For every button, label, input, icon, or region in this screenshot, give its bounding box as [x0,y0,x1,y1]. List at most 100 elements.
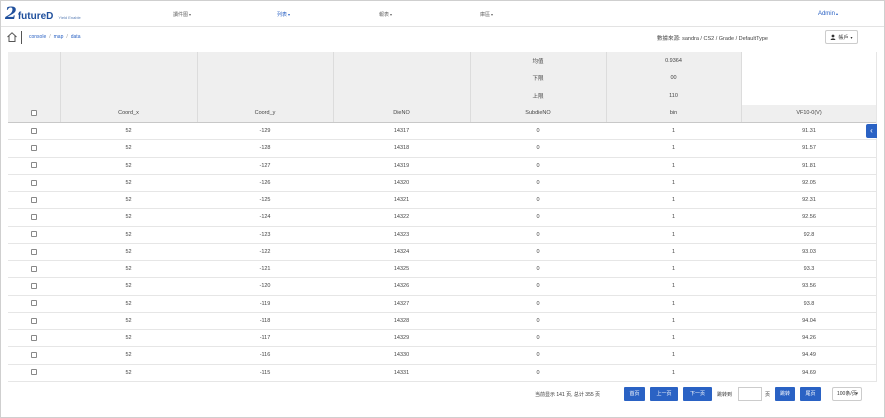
side-panel-toggle[interactable]: ‹ [866,124,877,138]
table-cell: -126 [197,174,333,193]
table-cell: 93.03 [741,243,877,262]
next-page-button[interactable]: 下一页 [683,387,712,401]
row-checkbox[interactable] [31,196,37,203]
page-size-select[interactable]: 100条/页 ▾ [832,387,862,401]
stats-row: 下限 00 [8,69,877,87]
row-checkbox[interactable] [31,300,37,307]
column-header[interactable]: Coord_x [60,104,198,123]
row-checkbox[interactable] [31,283,37,290]
row-checkbox[interactable] [31,179,37,186]
table-row[interactable]: 52 -117 14329 0 1 94.26 [8,329,877,348]
first-page-button[interactable]: 首页 [624,387,645,401]
table-cell: 0 [470,157,606,175]
row-checkbox[interactable] [31,248,37,255]
row-checkbox[interactable] [31,231,37,238]
table-cell: 1 [606,157,741,175]
divider [21,31,22,44]
table-row[interactable]: 52 -123 14323 0 1 92.8 [8,226,877,244]
table-cell: 92.56 [741,208,877,227]
nav-item-1[interactable]: 列表▾ [277,11,290,18]
table-row[interactable]: 52 -122 14324 0 1 93.03 [8,243,877,262]
table-cell: -118 [197,312,333,331]
table-row[interactable]: 52 -119 14327 0 1 93.8 [8,295,877,313]
table-cell: 52 [60,277,197,296]
table-cell: 1 [606,122,741,141]
table-row[interactable]: 52 -115 14331 0 1 94.69 [8,364,877,382]
goto-button[interactable]: 跳转 [775,387,795,401]
table-row[interactable]: 52 -128 14318 0 1 91.57 [8,139,877,158]
table-cell: 14326 [333,277,470,296]
row-select-cell [8,122,60,141]
row-select-cell [8,191,60,210]
table-cell: 14322 [333,208,470,227]
nav-item-3[interactable]: 庫區▾ [480,11,493,18]
table-cell: 92.8 [741,226,877,244]
column-header[interactable]: Coord_y [197,104,334,123]
row-checkbox[interactable] [31,214,37,221]
logo-subtitle: Yield Enable [58,15,81,20]
table-cell: -117 [197,329,333,348]
table-row[interactable]: 52 -121 14325 0 1 93.3 [8,260,877,279]
table-cell: 1 [606,329,741,348]
select-all-checkbox[interactable] [30,110,37,117]
breadcrumb-data[interactable]: data [71,34,81,40]
table-cell: 52 [60,157,197,175]
column-header[interactable]: SubdieNO [470,104,607,123]
row-checkbox[interactable] [31,334,37,341]
table-row[interactable]: 52 -120 14326 0 1 93.56 [8,277,877,296]
row-checkbox[interactable] [31,369,37,376]
chevron-left-icon: ‹ [870,126,873,135]
breadcrumb-map[interactable]: map [54,34,64,40]
last-page-button[interactable]: 尾页 [800,387,821,401]
goto-page-input[interactable] [738,387,762,401]
logo[interactable]: 2 futureD Yield Enable [5,5,81,23]
nav-item-0[interactable]: 讀件图▾ [173,11,191,18]
home-icon[interactable] [6,31,18,43]
table-cell: 0 [470,364,606,382]
row-checkbox[interactable] [31,145,37,152]
nav-item-2[interactable]: 報表▾ [379,11,392,18]
column-header[interactable]: VF10-0(V) [741,104,877,123]
column-header[interactable]: bin [606,104,742,123]
table-cell: -125 [197,191,333,210]
column-header[interactable]: DieNO [333,104,471,123]
vertical-scrollbar[interactable] [876,52,877,382]
table-cell: 14330 [333,346,470,365]
prev-page-button[interactable]: 上一页 [650,387,678,401]
row-select-cell [8,139,60,158]
table-row[interactable]: 52 -129 14317 0 1 91.31 [8,122,877,141]
table-row[interactable]: 52 -118 14328 0 1 94.04 [8,312,877,331]
table-row[interactable]: 52 -116 14330 0 1 94.49 [8,346,877,365]
stat-label: 上限 [470,87,607,105]
table-cell: 0 [470,243,606,262]
table-cell: 1 [606,260,741,279]
table-cell: 52 [60,191,197,210]
row-checkbox[interactable] [31,317,37,324]
table-cell: -128 [197,139,333,158]
table-row[interactable]: 52 -127 14319 0 1 91.81 [8,157,877,175]
breadcrumb: console / map / data [29,34,81,40]
table-cell: -123 [197,226,333,244]
table-cell: 14329 [333,329,470,348]
row-select-cell [8,157,60,175]
table-cell: 52 [60,346,197,365]
table-cell: 14324 [333,243,470,262]
table-row[interactable]: 52 -126 14320 0 1 92.05 [8,174,877,193]
table-cell: -127 [197,157,333,175]
admin-menu[interactable]: Admin▴ [818,11,838,17]
table-cell: 1 [606,277,741,296]
table-cell: 52 [60,226,197,244]
table-cell: -115 [197,364,333,382]
table-cell: 91.57 [741,139,877,158]
breadcrumb-console[interactable]: console [29,34,46,40]
table-cell: 14319 [333,157,470,175]
row-checkbox[interactable] [31,352,37,359]
table-row[interactable]: 52 -125 14321 0 1 92.31 [8,191,877,210]
table-cell: -120 [197,277,333,296]
table-cell: 1 [606,312,741,331]
row-checkbox[interactable] [31,265,37,272]
row-checkbox[interactable] [31,162,37,169]
row-checkbox[interactable] [31,127,37,134]
user-button[interactable]: 帳戶 ▾ [825,30,858,44]
table-row[interactable]: 52 -124 14322 0 1 92.56 [8,208,877,227]
